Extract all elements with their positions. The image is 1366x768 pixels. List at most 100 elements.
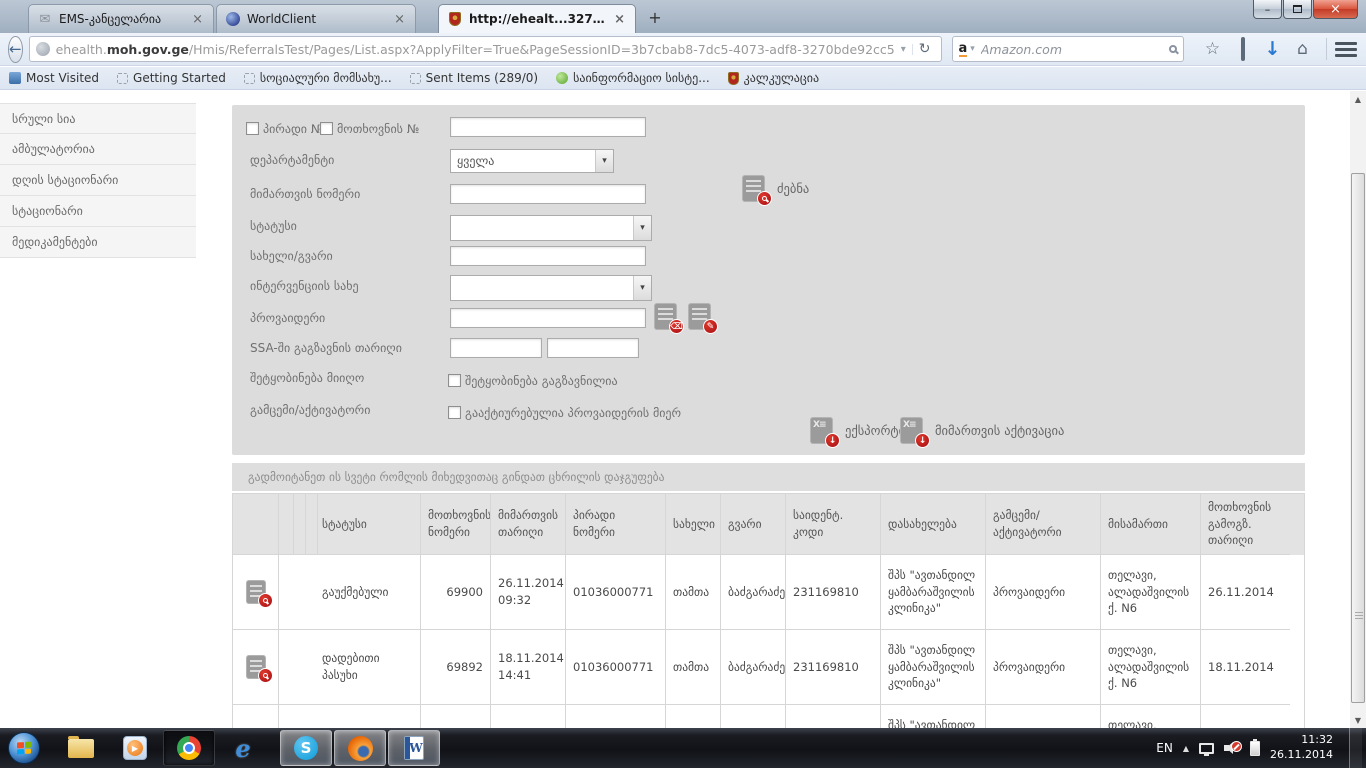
search-engine-dropdown-icon[interactable]: ▾ [970, 44, 975, 54]
row-view-button[interactable] [233, 630, 279, 705]
ssa-date-to-input[interactable] [547, 338, 639, 358]
language-indicator[interactable]: EN [1156, 741, 1173, 755]
taskbar-skype-button[interactable]: S [280, 730, 332, 766]
volume-muted-icon[interactable] [1224, 741, 1240, 755]
sidebar-item-ambulatory[interactable]: ამბულატორია [0, 134, 196, 165]
request-no-checkbox[interactable] [320, 122, 333, 135]
bookmark-social-service[interactable]: სოციალური მომსახუ... [235, 67, 401, 89]
intervention-select[interactable]: ▾ [450, 275, 652, 301]
maximize-button[interactable] [1283, 0, 1312, 19]
downloads-icon[interactable]: ↓ [1258, 38, 1288, 60]
search-icon[interactable] [1169, 45, 1177, 53]
sidebar-item-day-hospital[interactable]: დღის სტაციონარი [0, 165, 196, 196]
grid-header-status[interactable]: სტატუსი [315, 494, 421, 555]
sidebar-item-medications[interactable]: მედიკამენტები [0, 227, 196, 258]
sidebar: სრული სია ამბულატორია დღის სტაციონარი სტ… [0, 103, 196, 258]
taskbar-chrome-button[interactable] [163, 730, 215, 766]
tab-close-icon[interactable]: × [190, 12, 205, 27]
bookmark-info-system[interactable]: საინფორმაციო სისტე... [547, 67, 719, 89]
row-view-button[interactable] [233, 555, 279, 630]
reload-icon[interactable]: ↻ [913, 41, 937, 57]
referral-number-input[interactable] [450, 184, 646, 204]
grid-header-first-name[interactable]: სახელი [666, 494, 721, 555]
bookmark-sent-items[interactable]: Sent Items (289/0) [401, 67, 547, 89]
new-tab-button[interactable]: + [642, 8, 668, 30]
grid-header-personal-no[interactable]: პირადი ნომერი [566, 494, 666, 555]
scroll-down-icon[interactable]: ▼ [1350, 712, 1366, 728]
export-button[interactable]: ↓ ექსპორტი [810, 417, 905, 444]
tab-ehealth-active[interactable]: http://ehealt...3270bde92cc5 × [438, 4, 636, 33]
site-identity-icon[interactable] [36, 42, 50, 56]
hidden-icons-arrow-icon[interactable]: ▲ [1183, 744, 1189, 753]
provider-clear-icon[interactable]: ⌫ [654, 303, 677, 330]
number-search-input[interactable] [450, 117, 646, 137]
taskbar-ie-button[interactable]: e [217, 730, 269, 766]
search-bar[interactable]: a ▾ [952, 36, 1184, 62]
cell-sent-date: 26.11.2014 [1201, 555, 1290, 630]
scroll-up-icon[interactable]: ▲ [1350, 91, 1366, 107]
ssa-date-from-input[interactable] [450, 338, 542, 358]
tab-worldclient[interactable]: WorldClient × [216, 4, 416, 33]
minimize-button[interactable]: – [1253, 0, 1282, 19]
grid-header-sent-date[interactable]: მოთხოვნის გამოგზ. თარიღი [1201, 494, 1290, 555]
status-select[interactable]: ▾ [450, 215, 652, 241]
tab-title: http://ehealt...3270bde92cc5 [469, 12, 606, 26]
chevron-down-icon[interactable]: ▾ [633, 276, 651, 300]
bookmark-getting-started[interactable]: Getting Started [108, 67, 235, 89]
url-dropdown-icon[interactable]: ▾ [895, 44, 913, 55]
bookmark-calculation[interactable]: კალკულაცია [719, 67, 828, 89]
menu-icon[interactable] [1335, 42, 1357, 57]
tab-ems[interactable]: ✉ EMS-კანცელარია × [28, 4, 214, 33]
search-input[interactable] [981, 42, 1169, 57]
row-view-button[interactable] [233, 705, 279, 728]
taskbar-explorer-button[interactable] [55, 730, 107, 766]
search-doc-icon [742, 175, 765, 202]
tab-close-icon[interactable]: × [612, 12, 627, 27]
clock[interactable]: 11:32 26.11.2014 [1270, 733, 1339, 763]
sidebar-item-hospital[interactable]: სტაციონარი [0, 196, 196, 227]
taskbar-media-player-button[interactable]: ▶ [109, 730, 161, 766]
close-button[interactable]: × [1313, 0, 1358, 19]
emblem-icon [728, 72, 739, 85]
start-button[interactable] [8, 732, 40, 764]
amazon-search-engine-icon[interactable]: a [959, 42, 968, 57]
page-scrollbar[interactable]: ▲ ▼ [1350, 91, 1366, 728]
notification-sent-checkbox[interactable] [448, 374, 461, 387]
back-button[interactable]: ← [8, 36, 23, 63]
url-text[interactable]: ehealth.moh.gov.ge/Hmis/ReferralsTest/Pa… [56, 42, 895, 57]
referral-activation-button[interactable]: ↓ მიმართვის აქტივაცია [900, 417, 1064, 444]
search-button[interactable]: ძებნა [742, 175, 809, 202]
cell-sent-date: 18.11.2014 [1201, 705, 1290, 728]
grid-header-last-name[interactable]: გვარი [721, 494, 786, 555]
url-bar[interactable]: ehealth.moh.gov.ge/Hmis/ReferralsTest/Pa… [29, 36, 942, 62]
cell-status: გაუქმებული [315, 705, 421, 728]
grid-header-issuer[interactable]: გამცემი/აქტივატორი [986, 494, 1101, 555]
grid-header-referral-date[interactable]: მიმართვის თარიღი [491, 494, 566, 555]
show-desktop-button[interactable] [1349, 728, 1362, 768]
taskbar-firefox-button[interactable] [334, 730, 386, 766]
bookmark-most-visited[interactable]: Most Visited [0, 67, 108, 89]
cell-issuer: პროვაიდერი [986, 630, 1101, 705]
eraser-badge-icon: ⌫ [669, 319, 684, 334]
taskbar-word-button[interactable]: W [388, 730, 440, 766]
chevron-down-icon[interactable]: ▾ [633, 216, 651, 240]
home-icon[interactable]: ⌂ [1288, 39, 1318, 59]
grid-header-ident-code[interactable]: საიდენტ. კოდი [786, 494, 881, 555]
bookmarks-menu-icon[interactable] [1228, 39, 1258, 59]
department-select[interactable]: ყველა ▾ [450, 149, 614, 173]
provider-edit-icon[interactable]: ✎ [688, 303, 711, 330]
bookmark-star-icon[interactable]: ☆ [1198, 39, 1228, 59]
provider-input[interactable] [450, 308, 646, 328]
name-input[interactable] [450, 246, 646, 266]
grid-header-org-name[interactable]: დასახელება [881, 494, 986, 555]
sidebar-item-full-list[interactable]: სრული სია [0, 103, 196, 134]
tab-close-icon[interactable]: × [392, 12, 407, 27]
grid-header-request-no[interactable]: მოთხოვნის ნომერი [421, 494, 491, 555]
chevron-down-icon[interactable]: ▾ [595, 150, 613, 172]
network-icon[interactable] [1199, 743, 1214, 754]
personal-no-checkbox[interactable] [246, 122, 259, 135]
grid-header-address[interactable]: მისამართი [1101, 494, 1201, 555]
scrollbar-thumb[interactable] [1351, 173, 1365, 703]
battery-icon[interactable] [1250, 741, 1260, 756]
activated-by-provider-checkbox[interactable] [448, 406, 461, 419]
